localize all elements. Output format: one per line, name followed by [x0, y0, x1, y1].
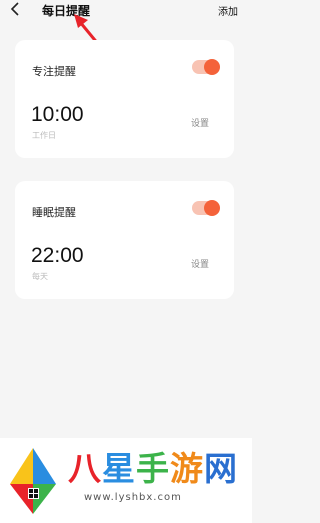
reminder-card-sleep[interactable]: 睡眠提醒 22:00 每天 设置 [15, 181, 234, 299]
reminder-time: 22:00 [31, 244, 84, 267]
settings-button[interactable]: 设置 [191, 257, 209, 270]
watermark-logo-icon [10, 448, 56, 514]
add-button[interactable]: 添加 [218, 3, 238, 18]
watermark-banner: 八星手游网 www.lyshbx.com [0, 438, 252, 523]
settings-button[interactable]: 设置 [191, 116, 209, 129]
watermark-brand: 八星手游网 [68, 449, 238, 488]
back-chevron-icon[interactable] [10, 2, 24, 18]
watermark-url: www.lyshbx.com [84, 492, 182, 503]
reminder-repeat: 每天 [32, 272, 48, 281]
reminder-card-focus[interactable]: 专注提醒 10:00 工作日 设置 [15, 40, 234, 158]
top-bar: 每日提醒 添加 [0, 0, 252, 24]
reminder-toggle[interactable] [192, 59, 220, 75]
toggle-knob [204, 59, 220, 75]
reminder-repeat: 工作日 [32, 131, 56, 140]
reminder-label: 睡眠提醒 [32, 206, 76, 219]
reminder-toggle[interactable] [192, 200, 220, 216]
reminder-label: 专注提醒 [32, 65, 76, 78]
toggle-knob [204, 200, 220, 216]
reminder-time: 10:00 [31, 103, 84, 126]
